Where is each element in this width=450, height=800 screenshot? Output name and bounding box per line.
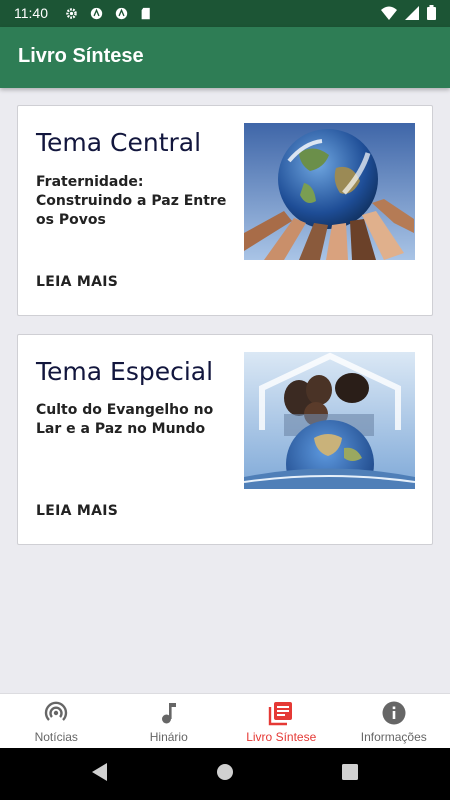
settings-icon xyxy=(66,8,77,19)
sd-card-icon xyxy=(141,7,150,20)
card-tema-central[interactable]: Tema Central Fraternidade: Construindo a… xyxy=(17,105,433,316)
library-books-icon xyxy=(269,702,293,726)
card-title: Tema Especial xyxy=(36,357,214,386)
nav-item-livro-sintese[interactable]: Livro Síntese xyxy=(225,694,338,748)
signal-icon xyxy=(405,5,419,20)
card-subtitle: Fraternidade: Construindo a Paz Entre os… xyxy=(36,174,227,228)
card-subtitle: Culto do Evangelho no Lar e a Paz no Mun… xyxy=(36,402,214,437)
home-icon[interactable] xyxy=(216,763,234,781)
status-time: 11:40 xyxy=(14,5,48,21)
back-icon[interactable] xyxy=(90,762,108,782)
nav-label: Informações xyxy=(360,730,427,744)
status-bar: 11:40 xyxy=(0,0,450,27)
bottom-navigation: Notícias Hinário Livro Síntese Informaçõ… xyxy=(0,693,450,748)
music-note-icon xyxy=(161,703,176,724)
app-notification-icon-2 xyxy=(115,7,128,20)
wifi-icon xyxy=(381,6,397,20)
nav-item-hinario[interactable]: Hinário xyxy=(113,694,226,748)
app-notification-icon xyxy=(90,7,103,20)
broadcast-icon xyxy=(45,701,68,721)
app-title: Livro Síntese xyxy=(18,45,144,67)
nav-item-noticias[interactable]: Notícias xyxy=(0,694,113,748)
info-icon xyxy=(382,701,406,725)
nav-label: Livro Síntese xyxy=(246,730,317,744)
read-more-button[interactable]: LEIA MAIS xyxy=(36,503,118,519)
globe-hands-image xyxy=(244,123,415,260)
family-globe-image xyxy=(244,352,415,489)
battery-icon xyxy=(427,5,436,20)
card-title: Tema Central xyxy=(36,128,202,157)
card-tema-especial[interactable]: Tema Especial Culto do Evangelho no Lar … xyxy=(17,334,433,545)
read-more-button[interactable]: LEIA MAIS xyxy=(36,274,118,290)
recents-icon[interactable] xyxy=(342,764,358,780)
nav-item-informacoes[interactable]: Informações xyxy=(338,694,450,748)
nav-label: Notícias xyxy=(34,730,78,744)
app-bar: Livro Síntese xyxy=(0,27,450,88)
nav-label: Hinário xyxy=(149,730,188,744)
system-navigation-bar xyxy=(0,748,450,800)
